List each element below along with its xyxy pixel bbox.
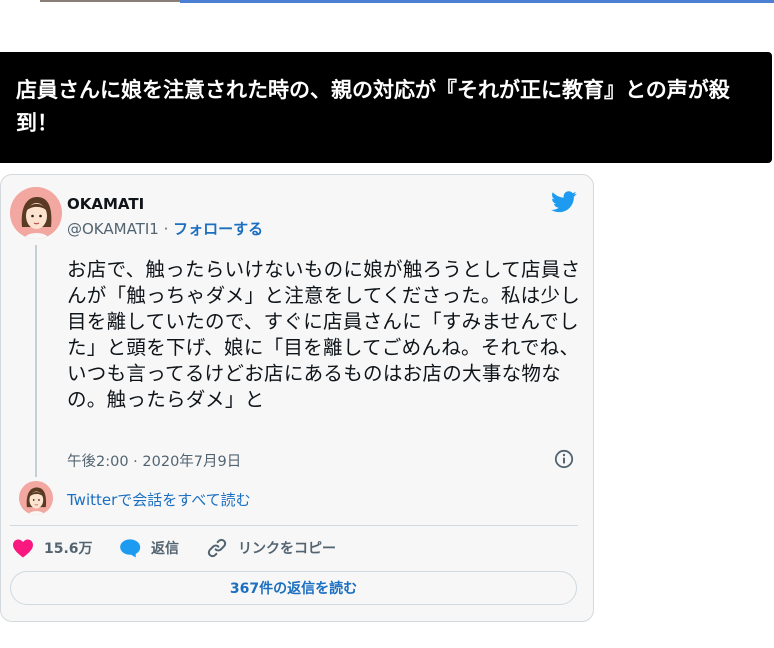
info-icon[interactable] (554, 449, 574, 469)
handle-separator: · (158, 220, 174, 238)
heart-icon (13, 539, 33, 558)
author-name[interactable]: OKAMATI (67, 195, 144, 213)
follow-link[interactable]: フォローする (173, 220, 263, 238)
actions-divider (10, 525, 578, 526)
author-handle-line: @OKAMATI1 · フォローする (67, 218, 263, 239)
embedded-tweet[interactable]: OKAMATI @OKAMATI1 · フォローする お店で、触ったらいけないも… (0, 174, 594, 622)
article-headline: 店員さんに娘を注意された時の、親の対応が『それが正に教育』との声が殺到！ (16, 78, 730, 135)
reply-label: 返信 (151, 541, 179, 557)
link-icon (207, 538, 227, 558)
copy-link-button[interactable]: リンクをコピー (206, 535, 336, 561)
top-photo-edge (40, 0, 180, 2)
copy-link-label: リンクをコピー (238, 541, 336, 557)
read-replies-button[interactable]: 367件の返信を読む (10, 571, 577, 605)
like-button[interactable]: 15.6万 (12, 535, 93, 561)
author-avatar[interactable] (10, 187, 62, 239)
read-conversation-link[interactable]: Twitterで会話をすべて読む (67, 489, 251, 510)
twitter-bird-icon[interactable] (551, 191, 577, 213)
tweet-timestamp[interactable]: 午後2:00 · 2020年7月9日 (67, 450, 241, 471)
tweet-actions: 15.6万 返信 リンクをコピー (10, 535, 578, 561)
top-image-strip (0, 0, 774, 4)
tweet-text: お店で、触ったらいけないものに娘が触ろうとして店員さんが「触っちゃダメ」と注意を… (67, 258, 581, 411)
top-accent-bar (180, 0, 774, 3)
article-headline-box: 店員さんに娘を注意された時の、親の対応が『それが正に教育』との声が殺到！ (0, 52, 772, 163)
reply-button[interactable]: 返信 (119, 535, 179, 561)
thread-connector-line (35, 245, 37, 477)
author-handle[interactable]: @OKAMATI1 (67, 220, 159, 238)
reply-avatar[interactable] (19, 481, 53, 515)
like-count: 15.6万 (44, 541, 93, 557)
speech-bubble-icon (120, 539, 141, 558)
